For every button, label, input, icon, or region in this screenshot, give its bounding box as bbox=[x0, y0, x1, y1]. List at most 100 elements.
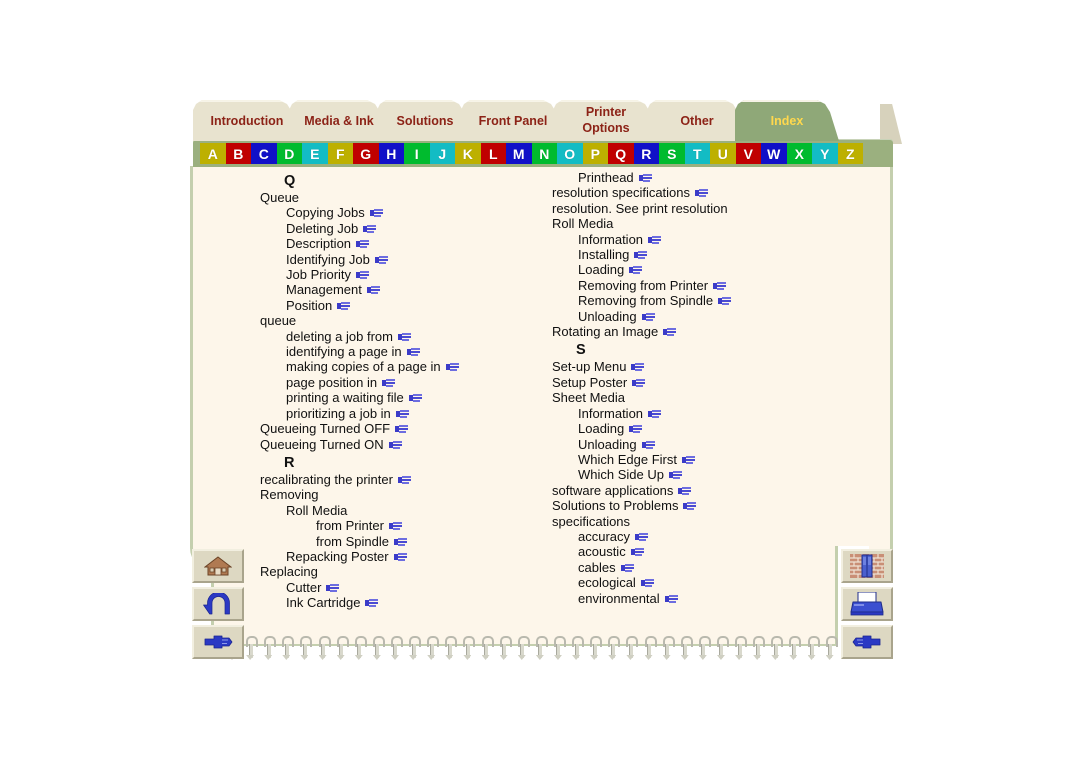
alphabet-letter-x[interactable]: X bbox=[786, 143, 812, 164]
alphabet-letter-l[interactable]: L bbox=[480, 143, 506, 164]
alphabet-letter-p[interactable]: P bbox=[582, 143, 608, 164]
pointing-hand-icon[interactable] bbox=[630, 548, 644, 557]
bookcase-button[interactable] bbox=[841, 549, 893, 583]
index-link-entry[interactable]: Job Priority bbox=[286, 267, 558, 282]
pointing-hand-icon[interactable] bbox=[369, 209, 383, 218]
index-link-entry[interactable]: acoustic bbox=[578, 544, 850, 559]
pointing-hand-icon[interactable] bbox=[648, 235, 662, 245]
pointing-hand-icon[interactable] bbox=[356, 271, 370, 280]
pointing-hand-icon[interactable] bbox=[406, 348, 420, 357]
index-link-entry[interactable]: resolution specifications bbox=[552, 185, 850, 200]
index-link-entry[interactable]: Information bbox=[578, 232, 850, 247]
alphabet-letter-w[interactable]: W bbox=[761, 143, 787, 164]
pointing-hand-icon[interactable] bbox=[641, 440, 655, 450]
alphabet-letter-d[interactable]: D bbox=[276, 143, 302, 164]
pointing-hand-icon[interactable] bbox=[620, 563, 634, 573]
back-arrow-button[interactable] bbox=[192, 587, 244, 621]
index-link-entry[interactable]: Printhead bbox=[578, 170, 850, 185]
index-link-entry[interactable]: printing a waiting file bbox=[286, 390, 558, 405]
alphabet-letter-t[interactable]: T bbox=[684, 143, 710, 164]
pointing-hand-icon[interactable] bbox=[683, 502, 697, 511]
pointing-hand-icon[interactable] bbox=[395, 409, 409, 419]
index-link-entry[interactable]: Loading bbox=[578, 262, 850, 277]
index-link-entry[interactable]: Copying Jobs bbox=[286, 205, 558, 220]
index-link-entry[interactable]: Queueing Turned ON bbox=[260, 437, 558, 452]
index-link-entry[interactable]: Unloading bbox=[578, 309, 850, 324]
pointing-hand-icon[interactable] bbox=[634, 251, 648, 260]
index-link-entry[interactable]: Identifying Job bbox=[286, 252, 558, 267]
index-link-entry[interactable]: Rotating an Image bbox=[552, 324, 850, 339]
alphabet-letter-a[interactable]: A bbox=[200, 143, 226, 164]
index-link-entry[interactable]: recalibrating the printer bbox=[260, 472, 558, 487]
alphabet-letter-g[interactable]: G bbox=[353, 143, 379, 164]
alphabet-letter-c[interactable]: C bbox=[251, 143, 277, 164]
alphabet-letter-b[interactable]: B bbox=[225, 143, 251, 164]
index-link-entry[interactable]: Management bbox=[286, 282, 558, 297]
tab-media-ink[interactable]: Media & Ink bbox=[289, 100, 389, 141]
pointing-hand-icon[interactable] bbox=[363, 224, 377, 234]
alphabet-letter-u[interactable]: U bbox=[710, 143, 736, 164]
alphabet-letter-h[interactable]: H bbox=[378, 143, 404, 164]
pointing-hand-icon[interactable] bbox=[397, 332, 411, 342]
alphabet-letter-s[interactable]: S bbox=[659, 143, 685, 164]
alphabet-letter-e[interactable]: E bbox=[302, 143, 328, 164]
pointing-hand-icon[interactable] bbox=[366, 286, 380, 295]
pointing-hand-icon[interactable] bbox=[668, 471, 682, 480]
alphabet-letter-o[interactable]: O bbox=[557, 143, 583, 164]
pointing-hand-icon[interactable] bbox=[395, 425, 409, 434]
tab-front-panel[interactable]: Front Panel bbox=[461, 100, 565, 141]
alphabet-letter-m[interactable]: M bbox=[506, 143, 532, 164]
index-link-entry[interactable]: from Spindle bbox=[316, 534, 558, 549]
index-link-entry[interactable]: environmental bbox=[578, 591, 850, 606]
pointing-hand-icon[interactable] bbox=[337, 301, 351, 311]
pointing-hand-icon[interactable] bbox=[632, 378, 646, 388]
index-link-entry[interactable]: Installing bbox=[578, 247, 850, 262]
pointing-hand-icon[interactable] bbox=[365, 599, 379, 608]
tab-introduction[interactable]: Introduction bbox=[193, 100, 301, 141]
index-link-entry[interactable]: Queueing Turned OFF bbox=[260, 421, 558, 436]
index-link-entry[interactable]: identifying a page in bbox=[286, 344, 558, 359]
index-link-entry[interactable]: Unloading bbox=[578, 437, 850, 452]
pointing-hand-icon[interactable] bbox=[445, 363, 459, 372]
pointing-hand-icon[interactable] bbox=[641, 312, 655, 322]
alphabet-letter-j[interactable]: J bbox=[429, 143, 455, 164]
pointing-hand-icon[interactable] bbox=[713, 281, 727, 291]
index-link-entry[interactable]: Cutter bbox=[286, 580, 558, 595]
index-link-entry[interactable]: prioritizing a job in bbox=[286, 406, 558, 421]
tab-index[interactable]: Index bbox=[735, 100, 839, 141]
pointing-hand-icon[interactable] bbox=[640, 579, 654, 588]
home-button[interactable] bbox=[192, 549, 244, 583]
alphabet-letter-v[interactable]: V bbox=[735, 143, 761, 164]
alphabet-letter-n[interactable]: N bbox=[531, 143, 557, 164]
index-link-entry[interactable]: Setup Poster bbox=[552, 375, 850, 390]
pointing-hand-icon[interactable] bbox=[629, 425, 643, 434]
alphabet-letter-q[interactable]: Q bbox=[608, 143, 634, 164]
alphabet-letter-k[interactable]: K bbox=[455, 143, 481, 164]
index-link-entry[interactable]: Set-up Menu bbox=[552, 359, 850, 374]
index-link-entry[interactable]: Ink Cartridge bbox=[286, 595, 558, 610]
tab-printer-options[interactable]: Printer Options bbox=[553, 100, 659, 141]
pointing-hand-icon[interactable] bbox=[638, 174, 652, 183]
pointing-hand-icon[interactable] bbox=[664, 594, 678, 604]
tab-solutions[interactable]: Solutions bbox=[377, 100, 473, 141]
index-link-entry[interactable]: Which Edge First bbox=[578, 452, 850, 467]
pointing-hand-icon[interactable] bbox=[408, 394, 422, 403]
index-link-entry[interactable]: page position in bbox=[286, 375, 558, 390]
index-link-entry[interactable]: Solutions to Problems bbox=[552, 498, 850, 513]
hand-left-button[interactable] bbox=[841, 625, 893, 659]
index-link-entry[interactable]: Which Side Up bbox=[578, 467, 850, 482]
pointing-hand-icon[interactable] bbox=[678, 486, 692, 496]
pointing-hand-icon[interactable] bbox=[718, 297, 732, 306]
alphabet-letter-f[interactable]: F bbox=[327, 143, 353, 164]
tab-other[interactable]: Other bbox=[647, 100, 747, 141]
pointing-hand-icon[interactable] bbox=[356, 240, 370, 249]
pointing-hand-icon[interactable] bbox=[393, 552, 407, 562]
pointing-hand-icon[interactable] bbox=[648, 409, 662, 419]
pointing-hand-icon[interactable] bbox=[681, 455, 695, 465]
index-link-entry[interactable]: Removing from Printer bbox=[578, 278, 850, 293]
pointing-hand-icon[interactable] bbox=[631, 363, 645, 372]
index-link-entry[interactable]: Description bbox=[286, 236, 558, 251]
pointing-hand-icon[interactable] bbox=[695, 189, 709, 198]
index-link-entry[interactable]: Information bbox=[578, 406, 850, 421]
index-link-entry[interactable]: accuracy bbox=[578, 529, 850, 544]
